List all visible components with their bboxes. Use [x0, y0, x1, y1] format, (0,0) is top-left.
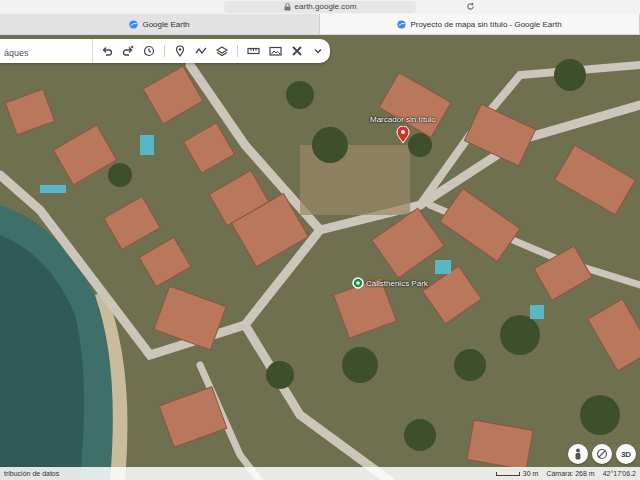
- scale-bar: 30 m: [496, 470, 539, 477]
- pegman-icon: [573, 448, 583, 460]
- tab-row: Google Earth Proyecto de mapa sin título …: [0, 14, 640, 35]
- placemark-label: Calisthenics Park: [366, 279, 428, 288]
- street-view-button[interactable]: [568, 444, 588, 464]
- view-controls: 3D: [568, 444, 636, 464]
- status-bar: tribución de datos 30 m Cámara: 268 m 42°17…: [0, 467, 640, 480]
- redo-icon[interactable]: [122, 45, 134, 57]
- address-bar[interactable]: earth.google.com: [224, 1, 417, 13]
- compass-icon: [596, 448, 608, 460]
- undo-icon[interactable]: [101, 45, 113, 57]
- google-earth-icon: [129, 20, 138, 29]
- address-text: earth.google.com: [295, 1, 357, 13]
- capture-icon[interactable]: [269, 45, 282, 57]
- google-earth-icon: [397, 20, 406, 29]
- scale-label: 30 m: [523, 470, 539, 477]
- attribution-link[interactable]: tribución de datos: [4, 470, 59, 477]
- history-icon[interactable]: [143, 45, 155, 57]
- path-icon[interactable]: [195, 45, 207, 57]
- placemark[interactable]: Marcador sin título: [370, 115, 436, 144]
- placemark-icon[interactable]: [174, 45, 186, 57]
- place-dot-icon: [352, 277, 364, 289]
- toolbar-separator: [164, 45, 165, 57]
- map-pin-icon: [396, 126, 410, 144]
- chevron-down-icon[interactable]: [312, 45, 324, 57]
- browser-tab[interactable]: Google Earth: [0, 14, 320, 34]
- reload-icon[interactable]: [466, 2, 475, 11]
- scale-line: [496, 472, 520, 476]
- ruler-icon[interactable]: [247, 45, 260, 57]
- satellite-imagery: [0, 35, 640, 480]
- placemark[interactable]: Calisthenics Park: [352, 277, 428, 289]
- lock-icon: [284, 3, 291, 11]
- toolbar: áques: [0, 39, 330, 63]
- tool-group: [93, 45, 330, 57]
- tab-label: Google Earth: [142, 20, 189, 29]
- view-mode-button[interactable]: 3D: [616, 444, 636, 464]
- camera-altitude: Cámara: 268 m: [546, 470, 594, 477]
- search-text: áques: [4, 48, 29, 58]
- browser-chrome: earth.google.com Google Earth Proyecto de …: [0, 0, 640, 35]
- screen: earth.google.com Google Earth Proyecto de …: [0, 0, 640, 480]
- address-row: earth.google.com: [0, 0, 640, 14]
- coordinates: 42°17'06.2: [603, 470, 636, 477]
- status-info: 30 m Cámara: 268 m 42°17'06.2: [496, 470, 636, 477]
- toolbar-separator: [237, 45, 238, 57]
- map-view[interactable]: áques Marcador sin título Calisthenics Par…: [0, 35, 640, 480]
- tools-icon[interactable]: [291, 45, 303, 57]
- compass-button[interactable]: [592, 444, 612, 464]
- browser-tab[interactable]: Proyecto de mapa sin título - Google Ear…: [320, 14, 640, 34]
- tab-label: Proyecto de mapa sin título - Google Ear…: [410, 20, 561, 29]
- search-field[interactable]: áques: [0, 39, 93, 63]
- layers-icon[interactable]: [216, 45, 228, 57]
- placemark-label: Marcador sin título: [370, 115, 436, 124]
